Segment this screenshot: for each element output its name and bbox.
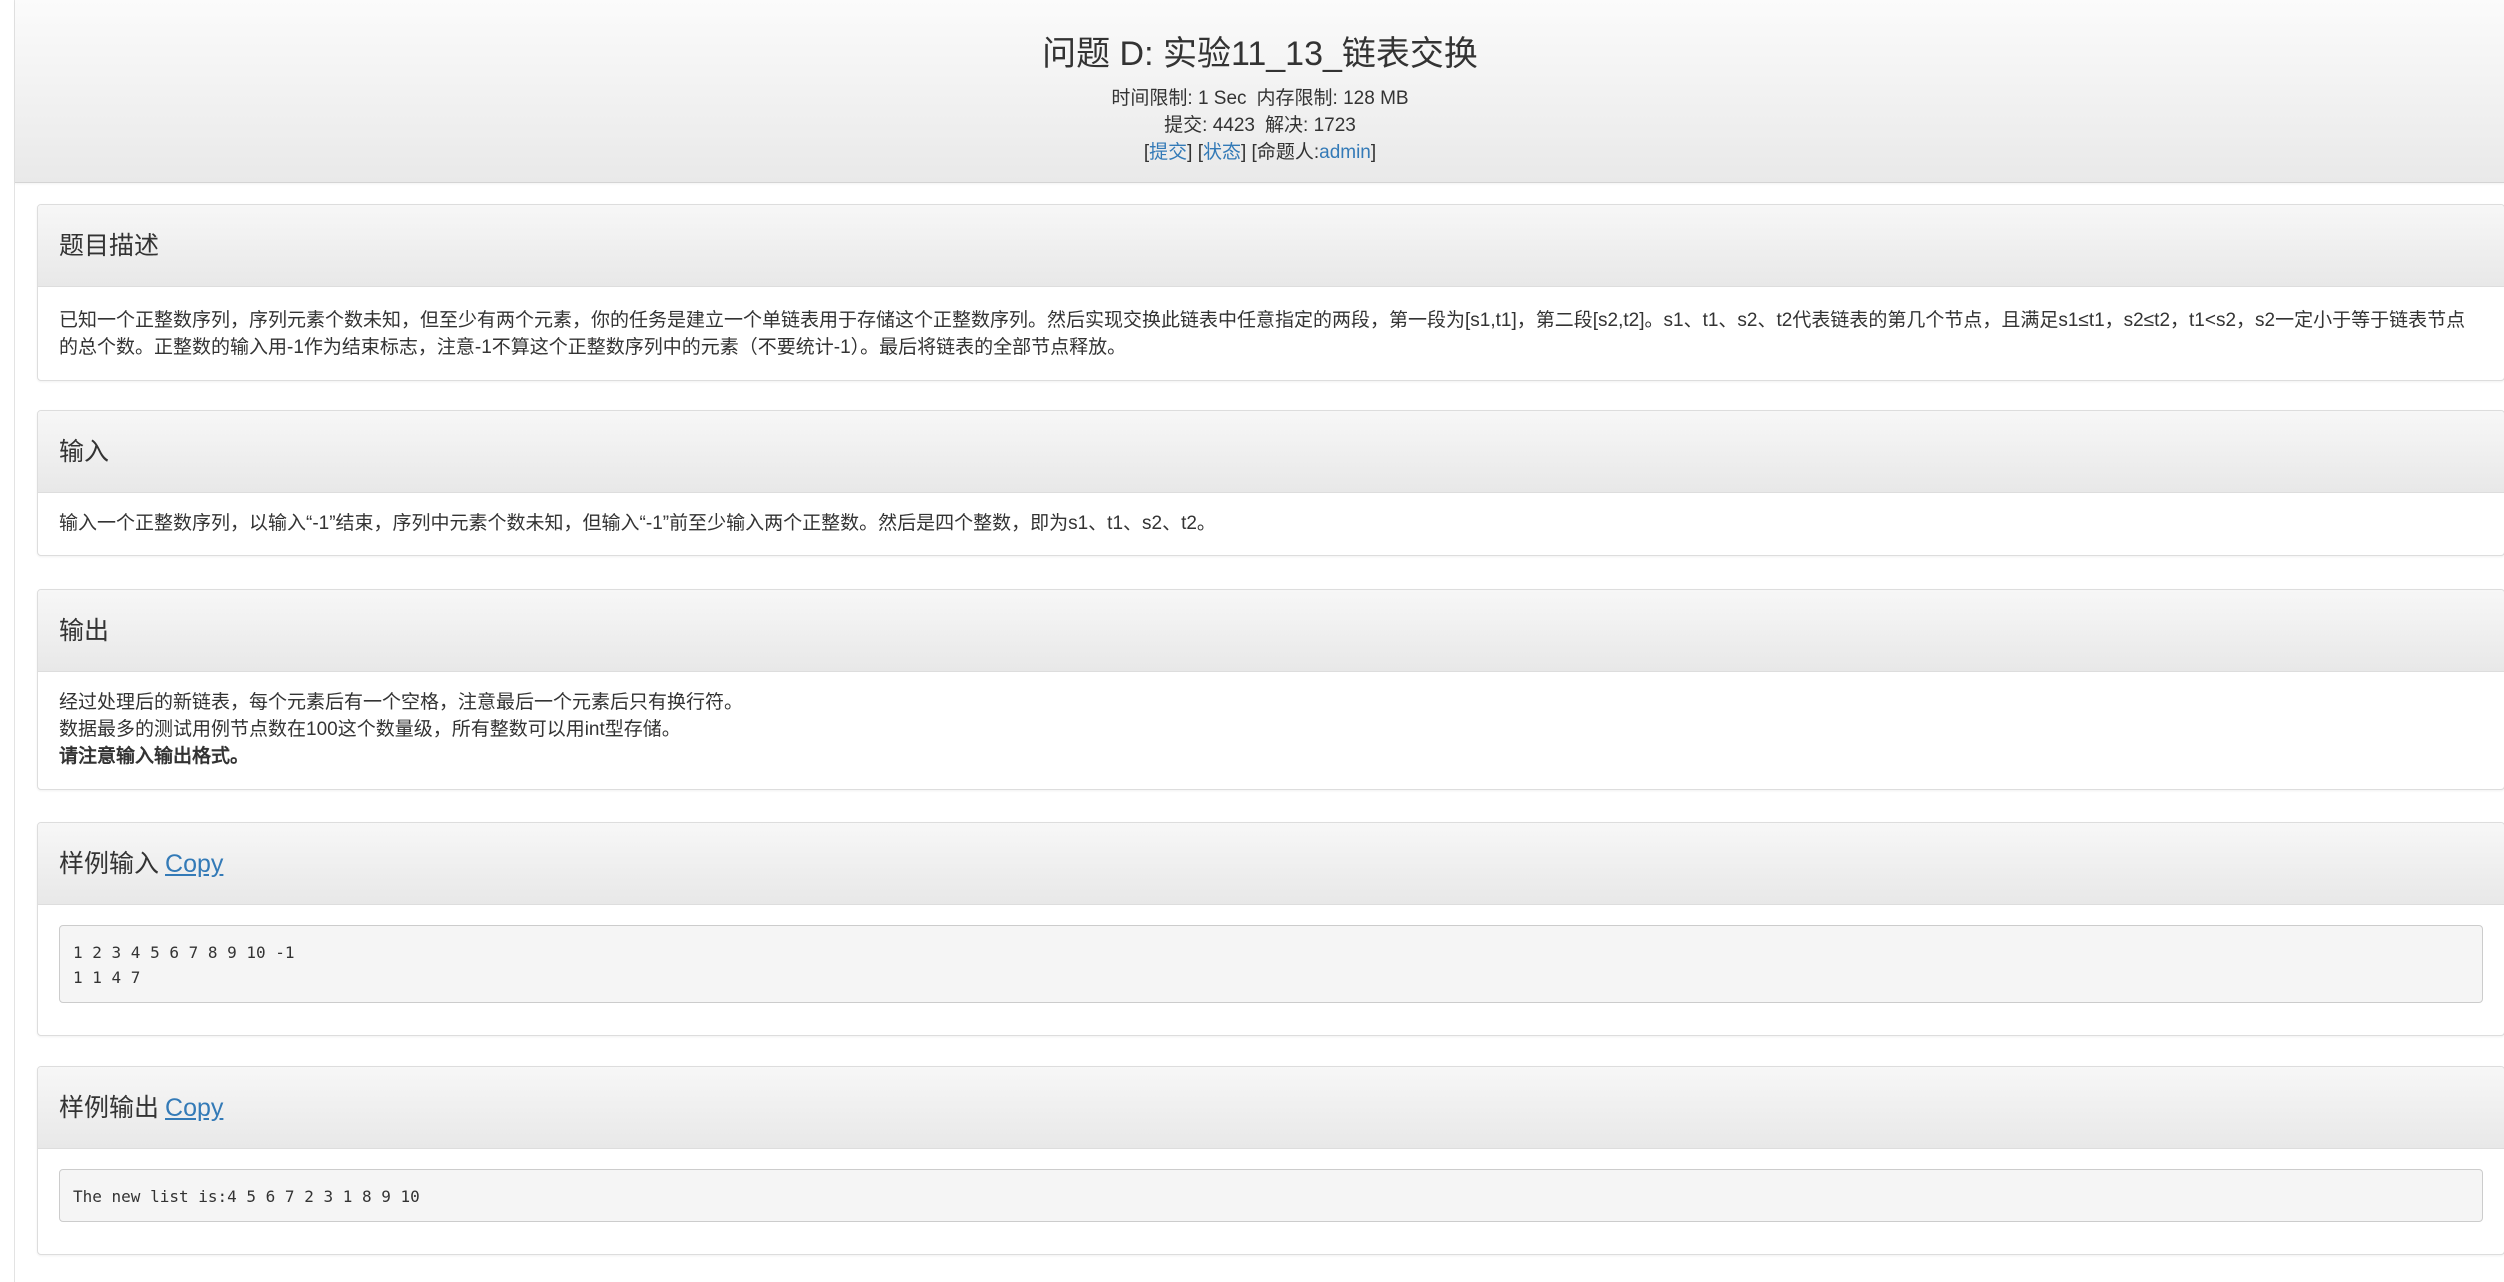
submit-link[interactable]: 提交 <box>1149 142 1187 163</box>
submit-count-label: 提交: <box>1164 115 1208 136</box>
sample-output-heading: 样例输出 Copy <box>38 1067 2504 1149</box>
sample-output-panel: 样例输出 Copy The new list is:4 5 6 7 2 3 1 8… <box>37 1066 2504 1255</box>
status-link[interactable]: 状态 <box>1203 142 1241 163</box>
sample-input-body: 1 2 3 4 5 6 7 8 9 10 -1 1 1 4 7 <box>38 905 2504 1035</box>
sample-output-code[interactable]: The new list is:4 5 6 7 2 3 1 8 9 10 <box>59 1169 2483 1222</box>
input-body: 输入一个正整数序列，以输入“-1”结束，序列中元素个数未知，但输入“-1”前至少… <box>59 513 1216 534</box>
description-panel: 题目描述 已知一个正整数序列，序列元素个数未知，但至少有两个元素，你的任务是建立… <box>37 204 2504 381</box>
sample-input-code[interactable]: 1 2 3 4 5 6 7 8 9 10 -1 1 1 4 7 <box>59 925 2483 1003</box>
sample-input-line-1: 1 2 3 4 5 6 7 8 9 10 -1 <box>73 943 295 962</box>
sample-output-line-1: The new list is:4 5 6 7 2 3 1 8 9 10 <box>73 1187 420 1206</box>
time-limit-value: 1 Sec <box>1197 88 1247 109</box>
copy-sample-input-button[interactable]: Copy <box>165 850 223 878</box>
output-line-2: 数据最多的测试用例节点数在100这个数量级，所有整数可以用int型存储。 <box>59 719 681 740</box>
solved-count: 1723 <box>1313 115 1356 136</box>
action-links: [提交] [状态] [命题人:admin] <box>1143 142 1377 163</box>
sample-input-line-2: 1 1 4 7 <box>73 968 141 987</box>
output-line-1: 经过处理后的新链表，每个元素后有一个空格，注意最后一个元素后只有换行符。 <box>59 692 744 713</box>
sample-input-heading: 样例输入 Copy <box>38 823 2504 905</box>
memory-limit-label: 内存限制: <box>1256 88 1338 109</box>
sample-input-panel: 样例输入 Copy 1 2 3 4 5 6 7 8 9 10 -1 1 1 4 7 <box>37 822 2504 1036</box>
output-format-note: 请注意输入输出格式。 <box>59 746 250 767</box>
sample-output-body: The new list is:4 5 6 7 2 3 1 8 9 10 <box>38 1149 2504 1254</box>
setter-label: 命题人: <box>1256 142 1320 163</box>
description-body: 已知一个正整数序列，序列元素个数未知，但至少有两个元素，你的任务是建立一个单链表… <box>59 310 2466 358</box>
setter-link[interactable]: admin <box>1319 142 1371 163</box>
copy-sample-output-button[interactable]: Copy <box>165 1094 223 1122</box>
page-title: 问题 D: 实验11_13_链表交换 <box>1042 35 1478 73</box>
problem-header: 问题 D: 实验11_13_链表交换 时间限制: 1 Sec 内存限制: 128 … <box>15 0 2504 183</box>
input-heading: 输入 <box>38 411 2504 493</box>
limits-line: 时间限制: 1 Sec 内存限制: 128 MB <box>15 86 2504 112</box>
solved-count-label: 解决: <box>1265 115 1309 136</box>
sample-output-title: 样例输出 <box>59 1094 160 1122</box>
output-panel: 输出 经过处理后的新链表，每个元素后有一个空格，注意最后一个元素后只有换行符。 … <box>37 589 2504 790</box>
description-heading: 题目描述 <box>38 205 2504 287</box>
stats-line: 提交: 4423 解决: 1723 <box>15 113 2504 139</box>
submit-count: 4423 <box>1212 115 1255 136</box>
memory-limit-value: 128 MB <box>1343 88 1409 109</box>
output-heading: 输出 <box>38 590 2504 672</box>
output-body: 经过处理后的新链表，每个元素后有一个空格，注意最后一个元素后只有换行符。 数据最… <box>38 672 2504 789</box>
page-container: 问题 D: 实验11_13_链表交换 时间限制: 1 Sec 内存限制: 128 … <box>14 0 2504 1282</box>
input-panel: 输入 输入一个正整数序列，以输入“-1”结束，序列中元素个数未知，但输入“-1”… <box>37 410 2504 556</box>
sample-input-title: 样例输入 <box>59 850 160 878</box>
time-limit-label: 时间限制: <box>1111 88 1193 109</box>
